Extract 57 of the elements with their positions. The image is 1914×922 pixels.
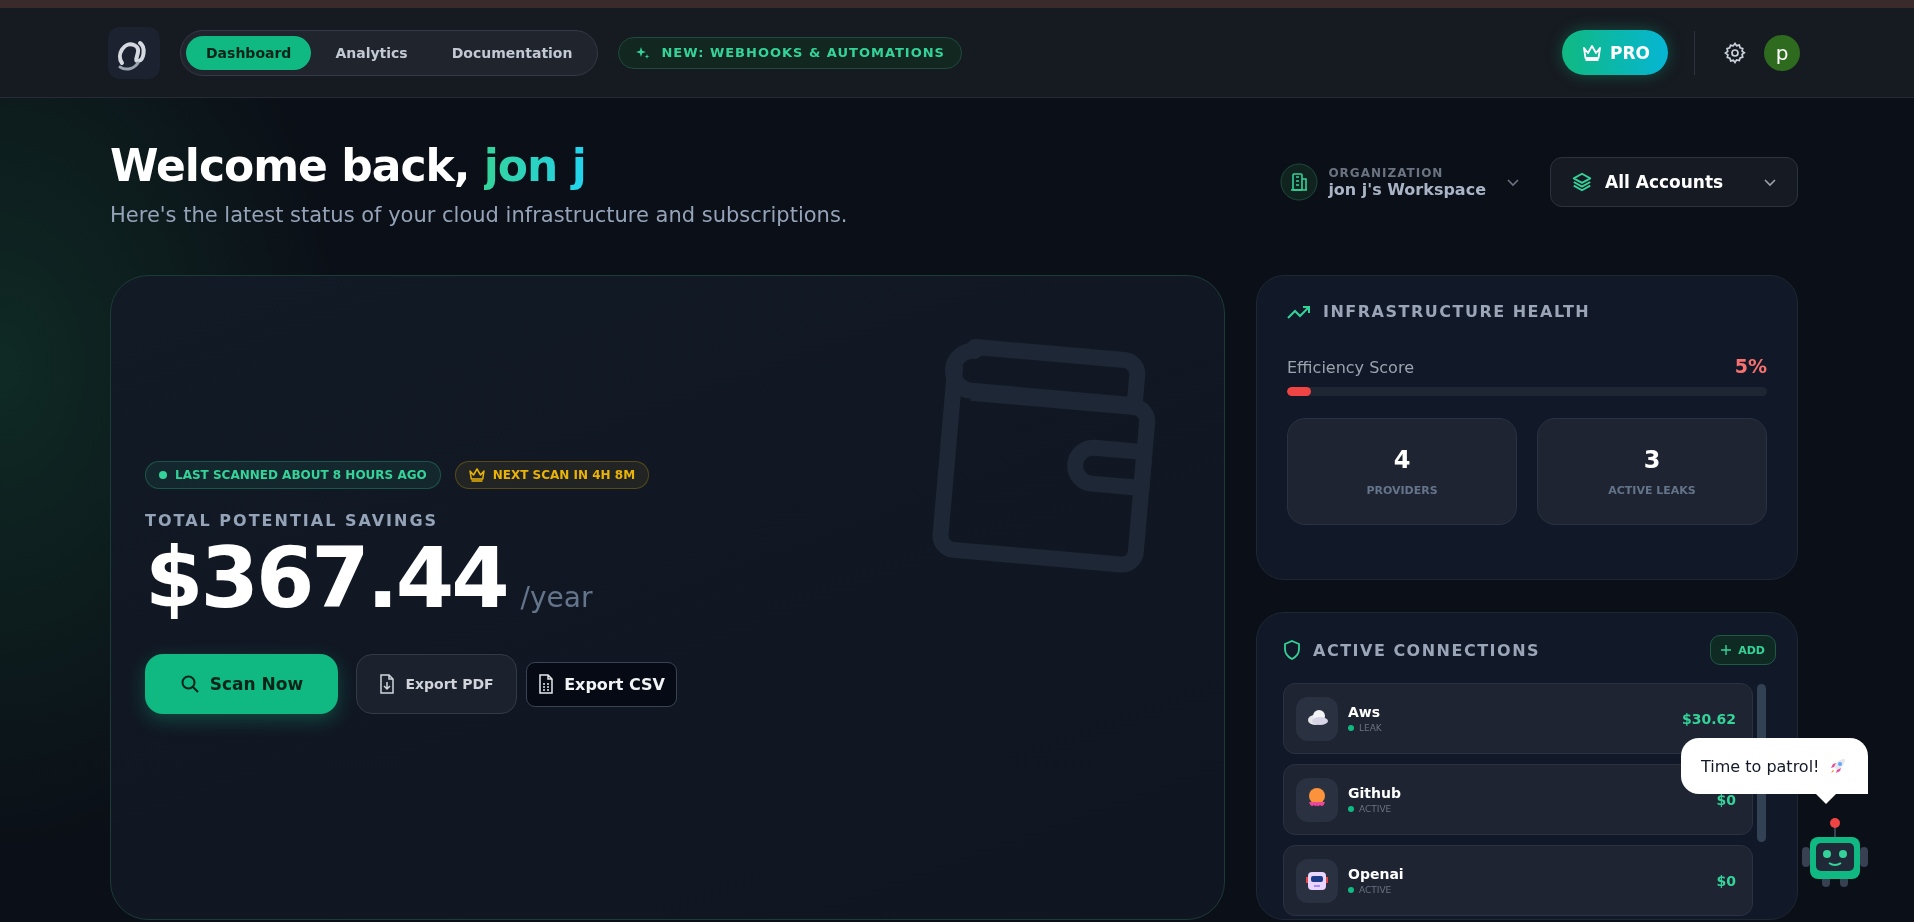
announcement-badge[interactable]: NEW: WEBHOOKS & AUTOMATIONS <box>618 36 962 69</box>
period-label: /year <box>520 580 593 614</box>
status-dot-icon <box>1348 887 1354 893</box>
avatar[interactable]: p <box>1764 34 1800 71</box>
savings-amount: $30.62 <box>1681 710 1736 727</box>
organization-label: ORGANIZATION <box>1328 165 1445 180</box>
nav-tab[interactable]: Dashboard <box>186 35 312 70</box>
robot-icon[interactable] <box>1800 817 1870 889</box>
building-icon <box>1280 163 1319 201</box>
organization-selector[interactable]: ORGANIZATION jon j's Workspace <box>1280 163 1520 201</box>
search-icon <box>179 674 200 695</box>
export-csv-button[interactable]: Export CSV <box>526 661 677 707</box>
file-sheet-icon <box>538 674 555 695</box>
savings-amount: $0 <box>1716 872 1736 889</box>
connection-row[interactable]: Openai ACTIVE $0 <box>1283 845 1753 916</box>
shield-icon <box>1283 640 1301 660</box>
plus-icon <box>1721 645 1732 655</box>
nav-tab[interactable]: Analytics <box>315 35 428 70</box>
provider-name: Openai <box>1348 866 1405 882</box>
file-download-icon <box>379 674 396 695</box>
trend-up-icon <box>1287 303 1311 320</box>
cloud-icon <box>1296 696 1338 741</box>
connection-row[interactable]: Aws LEAK $30.62 <box>1283 683 1753 754</box>
account-dropdown[interactable]: All Accounts <box>1550 157 1798 207</box>
layers-icon <box>1571 171 1593 193</box>
score-label: Efficiency Score <box>1287 358 1414 377</box>
provider-name: Aws <box>1348 704 1382 720</box>
provider-name: Github <box>1348 785 1402 801</box>
status-label: ACTIVE <box>1348 885 1707 895</box>
card-title: INFRASTRUCTURE HEALTH <box>1323 302 1591 321</box>
status-dot-icon <box>1348 806 1354 812</box>
logo-icon[interactable] <box>108 26 160 79</box>
status-label: LEAK <box>1348 723 1672 733</box>
savings-label: TOTAL POTENTIAL SAVINGS <box>145 510 440 530</box>
status-dot-icon <box>1348 725 1354 731</box>
add-button[interactable]: ADD <box>1710 635 1776 665</box>
settings-icon[interactable] <box>1723 40 1747 65</box>
savings-amount: $367.44 <box>145 531 507 625</box>
export-pdf-button[interactable]: Export PDF <box>356 654 517 715</box>
status-badge: NEXT SCAN IN 4H 8M <box>454 460 650 489</box>
status-badge: LAST SCANNED ABOUT 8 HOURS AGO <box>145 460 441 489</box>
score-value: 5% <box>1734 355 1767 377</box>
welcome-subtitle: Here's the latest status of your cloud infrastructure and subscriptions. <box>110 203 848 227</box>
octopus-icon <box>1296 777 1338 822</box>
stat-label: PROVIDERS <box>1366 484 1438 497</box>
stat-label: ACTIVE LEAKS <box>1608 484 1696 497</box>
welcome-heading: Welcome back, jon j <box>110 140 587 191</box>
stat-value: 3 <box>1643 446 1661 474</box>
nav-tab[interactable]: Documentation <box>431 35 593 70</box>
card-title: ACTIVE CONNECTIONS <box>1313 640 1541 660</box>
status-label: ACTIVE <box>1348 804 1707 814</box>
savings-amount: $0 <box>1716 791 1736 808</box>
organization-name: jon j's Workspace <box>1328 179 1486 199</box>
robot-icon <box>1296 858 1338 903</box>
crown-icon <box>1582 43 1602 62</box>
stat-value: 4 <box>1393 446 1411 474</box>
scan-button[interactable]: Scan Now <box>145 654 338 715</box>
